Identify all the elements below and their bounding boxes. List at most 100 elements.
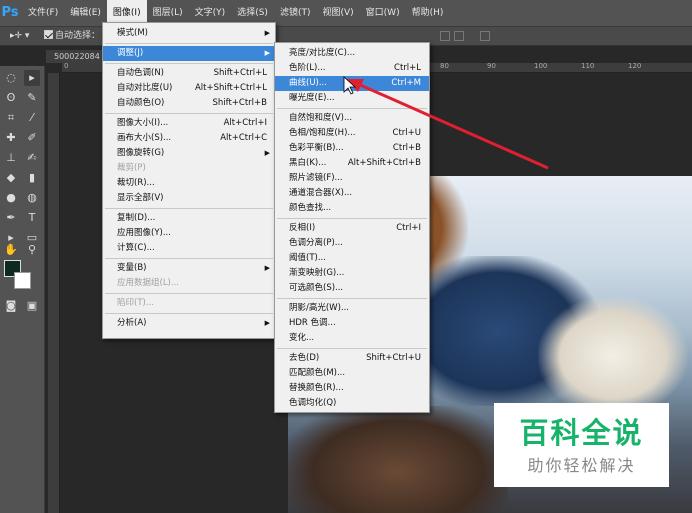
adjust-menu-item[interactable]: 照片滤镜(F)... xyxy=(275,171,429,186)
image-menu-item[interactable]: 自动颜色(O) Shift+Ctrl+B xyxy=(103,96,275,111)
marquee-tool-icon[interactable]: ◌ xyxy=(3,70,19,86)
hand-tool-icon[interactable]: ✋ xyxy=(3,242,19,258)
ruler-tick-label: 110 xyxy=(581,62,595,70)
menubar-item-6[interactable]: 滤镜(T) xyxy=(274,0,317,27)
adjust-menu-item[interactable]: 亮度/对比度(C)... xyxy=(275,46,429,61)
image-menu: 模式(M) ▶ 调整(J) ▶ 自动色调(N) Shift+Ctrl+L 自动对比度(U) A… xyxy=(102,22,276,339)
move-tool-icon[interactable]: ▸ xyxy=(24,70,40,86)
adjust-menu-item[interactable]: 曲线(U)... Ctrl+M xyxy=(275,76,429,91)
image-menu-item[interactable]: 应用图像(Y)... xyxy=(103,226,275,241)
menu-item-label: 图像大小(I)... xyxy=(117,118,169,128)
adjust-menu-item[interactable]: 反相(I) Ctrl+I xyxy=(275,221,429,236)
menu-separator xyxy=(105,293,273,294)
background-color-swatch[interactable] xyxy=(14,272,31,289)
menu-item-label: 自动对比度(U) xyxy=(117,83,173,93)
image-menu-item[interactable]: 裁切(R)... xyxy=(103,176,275,191)
screen-mode-icon[interactable]: ▣ xyxy=(24,298,40,314)
menu-item-label: 可选颜色(S)... xyxy=(289,283,344,293)
adjust-menu-item[interactable]: 阈值(T)... xyxy=(275,251,429,266)
menu-separator xyxy=(105,208,273,209)
menu-item-label: 自动颜色(O) xyxy=(117,98,165,108)
menu-separator xyxy=(105,258,273,259)
menu-item-shortcut: Ctrl+B xyxy=(392,143,421,153)
type-tool-icon[interactable]: T xyxy=(24,210,40,226)
adjust-menu-item[interactable]: 颜色查找... xyxy=(275,201,429,216)
quick-select-tool-icon[interactable]: ✎ xyxy=(24,90,40,106)
menu-item-label: 阈值(T)... xyxy=(289,253,326,263)
image-menu-item[interactable]: 图像旋转(G) ▶ xyxy=(103,146,275,161)
adjust-menu-item[interactable]: HDR 色调... xyxy=(275,316,429,331)
history-brush-icon[interactable]: ✍ xyxy=(24,150,40,166)
menu-item-label: 色彩平衡(B)... xyxy=(289,143,344,153)
align-icon[interactable] xyxy=(440,31,450,41)
adjust-menu-item[interactable]: 色相/饱和度(H)... Ctrl+U xyxy=(275,126,429,141)
image-menu-item[interactable]: 模式(M) ▶ xyxy=(103,26,275,41)
foreground-shape xyxy=(288,406,508,513)
adjust-menu-item[interactable]: 变化... xyxy=(275,331,429,346)
image-menu-item[interactable]: 计算(C)... xyxy=(103,241,275,256)
dodge-tool-icon[interactable]: ◍ xyxy=(24,190,40,206)
quick-mask-icon[interactable]: ◙ xyxy=(3,298,19,314)
brush-tool-icon[interactable]: ✐ xyxy=(24,130,40,146)
adjust-menu-item[interactable]: 色彩平衡(B)... Ctrl+B xyxy=(275,141,429,156)
image-menu-item[interactable]: 复制(D)... xyxy=(103,211,275,226)
zoom-tool-icon[interactable]: ⚲ xyxy=(24,242,40,258)
menubar-item-9[interactable]: 帮助(H) xyxy=(406,0,450,27)
menu-item-shortcut: Ctrl+U xyxy=(392,128,421,138)
menu-separator xyxy=(277,108,427,109)
eyedropper-tool-icon[interactable]: ⁄ xyxy=(24,110,40,126)
image-menu-item[interactable]: 画布大小(S)... Alt+Ctrl+C xyxy=(103,131,275,146)
adjust-menu-item[interactable]: 匹配颜色(M)... xyxy=(275,366,429,381)
adjust-menu-item[interactable]: 去色(D) Shift+Ctrl+U xyxy=(275,351,429,366)
pen-tool-icon[interactable]: ✒ xyxy=(3,210,19,226)
eraser-tool-icon[interactable]: ◆ xyxy=(3,170,19,186)
menu-item-label: 通道混合器(X)... xyxy=(289,188,353,198)
adjust-menu-item[interactable]: 黑白(K)... Alt+Shift+Ctrl+B xyxy=(275,156,429,171)
adjust-menu-item[interactable]: 曝光度(E)... xyxy=(275,91,429,106)
distribute-icon[interactable] xyxy=(480,31,490,41)
ruler-tick-label: 0 xyxy=(64,62,69,70)
clone-stamp-icon[interactable]: ⊥ xyxy=(3,150,19,166)
adjust-menu-item[interactable]: 色调分离(P)... xyxy=(275,236,429,251)
menu-item-label: 显示全部(V) xyxy=(117,193,164,203)
image-menu-item[interactable]: 调整(J) ▶ xyxy=(103,46,275,61)
lasso-tool-icon[interactable]: ʘ xyxy=(3,90,19,106)
image-menu-item[interactable]: 自动色调(N) Shift+Ctrl+L xyxy=(103,66,275,81)
adjust-menu-item[interactable]: 可选颜色(S)... xyxy=(275,281,429,296)
image-menu-item[interactable]: 变量(B) ▶ xyxy=(103,261,275,276)
ruler-tick-label: 120 xyxy=(628,62,642,70)
adjust-menu-item[interactable]: 渐变映射(G)... xyxy=(275,266,429,281)
blur-tool-icon[interactable]: ● xyxy=(3,190,19,206)
menu-item-label: 应用图像(Y)... xyxy=(117,228,171,238)
move-tool-preset-icon[interactable]: ▸✛ ▾ xyxy=(10,29,29,43)
menu-item-label: 色阶(L)... xyxy=(289,63,326,73)
gradient-tool-icon[interactable]: ▮ xyxy=(24,170,40,186)
menubar-item-7[interactable]: 视图(V) xyxy=(316,0,359,27)
image-menu-item[interactable]: 自动对比度(U) Alt+Shift+Ctrl+L xyxy=(103,81,275,96)
adjust-menu-item[interactable]: 通道混合器(X)... xyxy=(275,186,429,201)
crop-tool-icon[interactable]: ⌗ xyxy=(3,110,19,126)
menu-item-label: 颜色查找... xyxy=(289,203,332,213)
document-tab[interactable]: 500022084 xyxy=(46,50,108,63)
adjust-menu-item[interactable]: 自然饱和度(V)... xyxy=(275,111,429,126)
adjust-menu-item[interactable]: 色阶(L)... Ctrl+L xyxy=(275,61,429,76)
menubar-item-8[interactable]: 窗口(W) xyxy=(360,0,406,27)
image-menu-item[interactable]: 分析(A) ▶ xyxy=(103,316,275,331)
menu-item-shortcut: Alt+Ctrl+C xyxy=(220,133,267,143)
healing-brush-icon[interactable]: ✚ xyxy=(3,130,19,146)
image-menu-item[interactable]: 图像大小(I)... Alt+Ctrl+I xyxy=(103,116,275,131)
image-menu-item[interactable]: 显示全部(V) xyxy=(103,191,275,206)
menu-item-label: 反相(I) xyxy=(289,223,316,233)
menu-item-label: 陷印(T)... xyxy=(117,298,154,308)
menu-item-label: 色调均化(Q) xyxy=(289,398,337,408)
align-center-icon[interactable] xyxy=(454,31,464,41)
adjust-menu-item[interactable]: 阴影/高光(W)... xyxy=(275,301,429,316)
menu-item-shortcut: Alt+Shift+Ctrl+B xyxy=(347,158,421,168)
auto-select-checkbox[interactable]: 自动选择： xyxy=(44,29,100,43)
menubar-item-1[interactable]: 编辑(E) xyxy=(64,0,107,27)
menu-item-label: 计算(C)... xyxy=(117,243,155,253)
menu-item-label: 图像旋转(G) xyxy=(117,148,165,158)
menubar-item-0[interactable]: 文件(F) xyxy=(22,0,64,27)
adjust-menu-item[interactable]: 替换颜色(R)... xyxy=(275,381,429,396)
adjust-menu-item[interactable]: 色调均化(Q) xyxy=(275,396,429,411)
